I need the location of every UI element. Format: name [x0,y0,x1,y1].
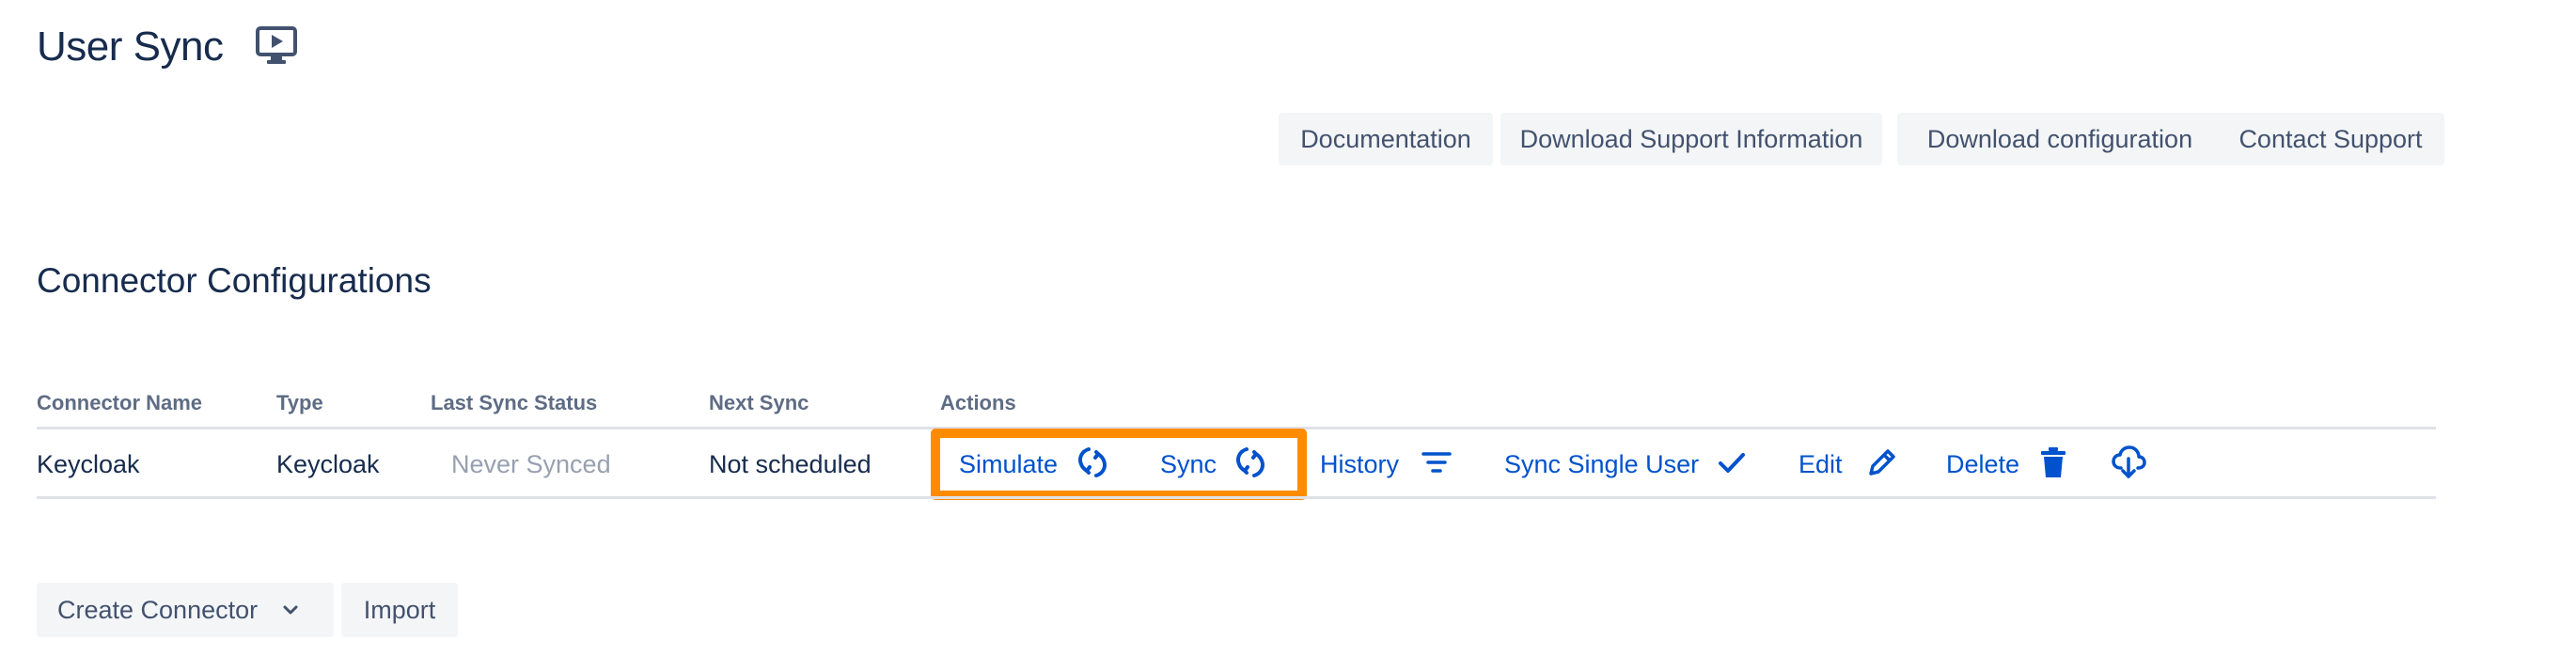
cell-next-sync: Not scheduled [709,450,872,478]
cell-last-sync-status: Never Synced [451,450,611,478]
monitor-play-icon[interactable] [256,24,297,66]
page-title: User Sync [37,23,224,70]
history-link[interactable]: History [1320,447,1399,481]
download-configuration-button[interactable]: Download configuration [1897,113,2223,165]
edit-link[interactable]: Edit [1798,447,1843,481]
delete-link[interactable]: Delete [1946,447,2019,481]
download-support-information-button[interactable]: Download Support Information [1500,113,1882,165]
column-header-type: Type [276,391,323,414]
refresh-icon[interactable] [1074,444,1111,481]
chevron-down-icon [279,599,302,621]
create-connector-label: Create Connector [57,596,259,624]
documentation-button[interactable]: Documentation [1279,113,1493,165]
section-title: Connector Configurations [37,261,432,300]
trash-icon[interactable] [2034,444,2072,481]
column-header-next-sync: Next Sync [709,391,809,414]
cell-type: Keycloak [276,450,380,478]
create-connector-button[interactable]: Create Connector [37,583,334,637]
cell-connector-name: Keycloak [37,450,140,478]
import-button[interactable]: Import [341,583,458,637]
column-header-last-sync-status: Last Sync Status [431,391,598,414]
check-icon[interactable] [1713,444,1751,481]
column-header-actions: Actions [940,391,1016,414]
refresh-icon[interactable] [1232,444,1269,481]
column-header-connector-name: Connector Name [37,391,203,414]
cloud-download-icon[interactable] [2110,444,2147,481]
pencil-icon[interactable] [1863,444,1901,481]
contact-support-button[interactable]: Contact Support [2217,113,2444,165]
table-bottom-divider [37,496,2436,499]
filter-icon[interactable] [1418,444,1455,481]
sync-link[interactable]: Sync [1160,447,1217,481]
simulate-link[interactable]: Simulate [959,447,1058,481]
sync-single-user-link[interactable]: Sync Single User [1504,447,1699,481]
